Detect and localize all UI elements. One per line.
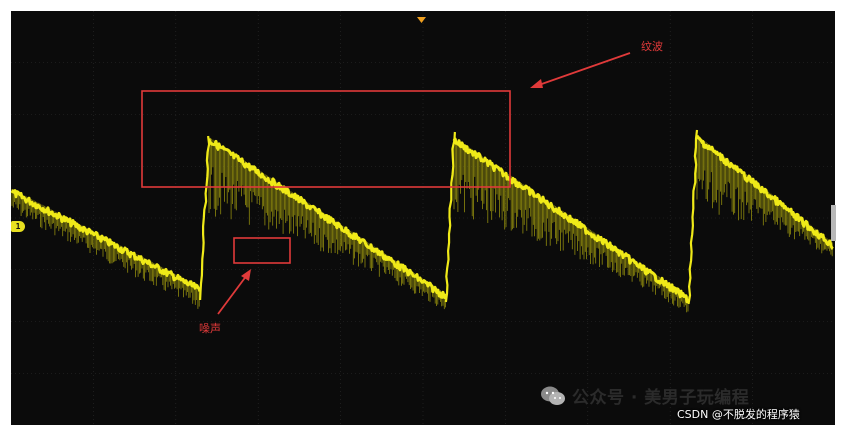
csdn-credit: CSDN @不脱发的程序猿 [677, 408, 800, 421]
oscilloscope-display [0, 0, 842, 431]
noise-label: 噪声 [199, 322, 221, 335]
scroll-handle[interactable] [831, 205, 836, 241]
wechat-icon [541, 386, 565, 405]
ripple-label: 纹波 [641, 40, 663, 53]
channel-1-marker[interactable]: 1 [11, 221, 25, 232]
oscilloscope-screenshot: 纹波 噪声 1 公众号 · 美男子玩编程 CSDN @不脱发的程序猿 [0, 0, 842, 431]
wechat-watermark: 公众号 · 美男子玩编程 [540, 383, 749, 408]
watermark-text: 公众号 · 美男子玩编程 [572, 388, 750, 408]
